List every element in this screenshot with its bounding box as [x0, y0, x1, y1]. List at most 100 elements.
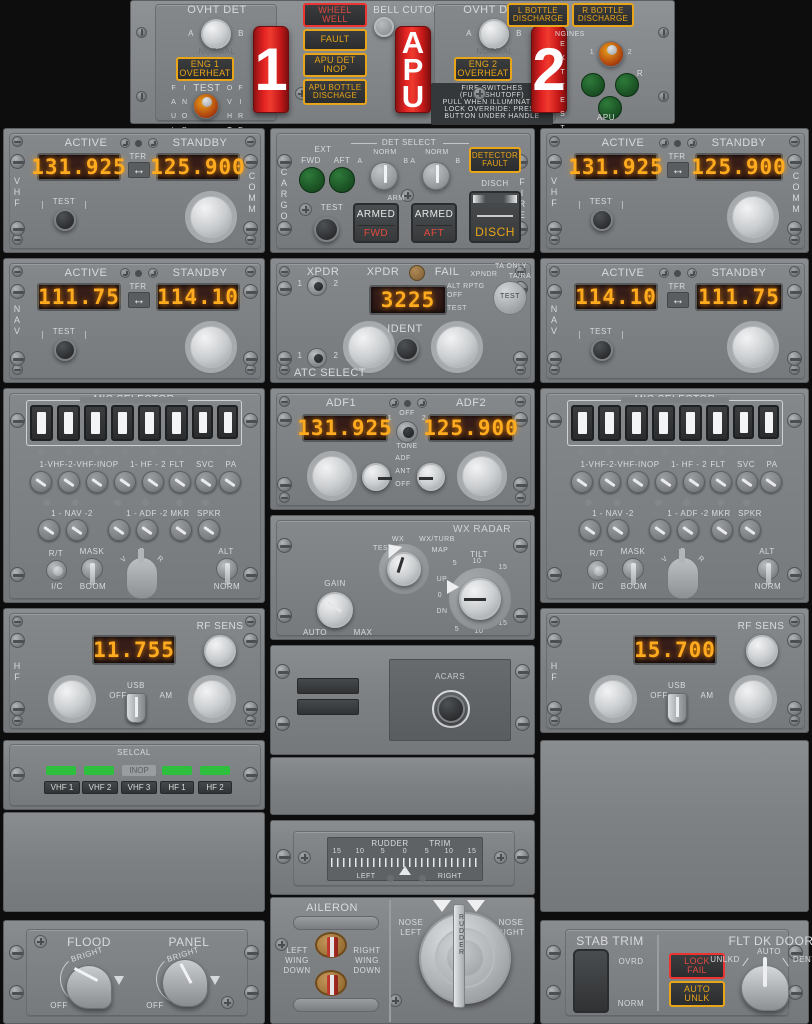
- audio-volume-hf1[interactable]: [655, 471, 677, 493]
- fastener[interactable]: [245, 715, 256, 726]
- audio-volume-vhf1[interactable]: [571, 471, 593, 493]
- audio-volume-nav1[interactable]: [38, 519, 60, 541]
- fastener[interactable]: [120, 138, 130, 148]
- alt-norm-switch[interactable]: [216, 558, 238, 585]
- fastener[interactable]: [494, 851, 507, 864]
- bell-cutout-button[interactable]: [374, 17, 394, 37]
- hf-left-tuning-knob-fine[interactable]: [188, 675, 236, 723]
- rudder-trim-wheel[interactable]: [419, 912, 511, 1004]
- audio-volume-svc[interactable]: [195, 471, 217, 493]
- dzus-fastener[interactable]: [787, 567, 802, 582]
- vhf-right-tuning-knob[interactable]: [727, 191, 779, 243]
- dzus-fastener[interactable]: [515, 716, 530, 731]
- nav-left-test-button[interactable]: [54, 339, 76, 361]
- mic-switch-hf1[interactable]: [111, 405, 134, 441]
- ext-bottle-lamp-right[interactable]: [615, 73, 639, 97]
- nav-left-active-display[interactable]: 111.75: [37, 283, 121, 311]
- det-select-fwd-knob[interactable]: [370, 162, 398, 190]
- hf-left-mode-switch[interactable]: [126, 693, 146, 723]
- selcal-button-vhf3[interactable]: VHF 3: [121, 781, 157, 794]
- flood-knob[interactable]: [66, 965, 112, 1009]
- audio-volume-pa[interactable]: [219, 471, 241, 493]
- dzus-fastener[interactable]: [243, 351, 258, 366]
- dzus-fastener[interactable]: [546, 985, 561, 1000]
- nav-right-active-display[interactable]: 114.10: [574, 283, 658, 311]
- hf-left-rf-sens-knob[interactable]: [204, 635, 236, 667]
- selcal-lamp-hf2[interactable]: [200, 766, 230, 775]
- xpdr-select-switch[interactable]: [307, 276, 327, 296]
- fastener[interactable]: [515, 396, 526, 407]
- dzus-fastener[interactable]: [10, 221, 25, 236]
- fastener[interactable]: [549, 715, 560, 726]
- dzus-fastener[interactable]: [10, 767, 25, 782]
- audio-volume-flt[interactable]: [710, 471, 732, 493]
- extinguisher-test-switch[interactable]: [598, 41, 624, 67]
- nav-left-transfer-button[interactable]: ↔: [128, 292, 150, 308]
- audio-volume-hf2[interactable]: [142, 471, 164, 493]
- hf-right-tuning-knob-coarse[interactable]: [589, 675, 637, 723]
- audio-volume-mkr[interactable]: [711, 519, 733, 541]
- fastener[interactable]: [245, 266, 256, 277]
- mic-switch-vhf1[interactable]: [30, 405, 53, 441]
- vhf-left-test-button[interactable]: [54, 209, 76, 231]
- fastener[interactable]: [659, 138, 669, 148]
- dzus-fastener[interactable]: [277, 538, 292, 553]
- nav-left-tuning-knob[interactable]: [185, 321, 237, 373]
- mic-switch-svc[interactable]: [733, 405, 754, 439]
- fire-test-switch-1[interactable]: [193, 93, 219, 119]
- fastener[interactable]: [34, 935, 47, 948]
- dzus-fastener[interactable]: [275, 716, 290, 731]
- mic-switch-vhf3[interactable]: [625, 405, 648, 441]
- audio-volume-vhf3[interactable]: [86, 471, 108, 493]
- audio-volume-vhf1[interactable]: [30, 471, 52, 493]
- dzus-fastener[interactable]: [244, 985, 259, 1000]
- fastener[interactable]: [389, 398, 399, 408]
- rt-ic-switch[interactable]: [587, 560, 608, 581]
- det-select-aft-knob[interactable]: [422, 162, 450, 190]
- xpdr-code-knob-inner[interactable]: [431, 321, 483, 373]
- audio-volume-adf1[interactable]: [108, 519, 130, 541]
- eng1-fire-handle[interactable]: 1: [253, 26, 289, 113]
- dzus-fastener[interactable]: [10, 567, 25, 582]
- dzus-fastener[interactable]: [10, 633, 25, 648]
- xpdr-fail-lamp[interactable]: [409, 265, 425, 281]
- fastener[interactable]: [515, 492, 526, 503]
- mic-switch-hf2[interactable]: [679, 405, 702, 441]
- dzus-fastener[interactable]: [513, 538, 528, 553]
- hf-right-rf-sens-knob[interactable]: [746, 635, 778, 667]
- selcal-lamp-vhf1[interactable]: [46, 766, 76, 775]
- dzus-fastener[interactable]: [513, 477, 528, 492]
- wheel-well-annunciator[interactable]: WHEEL WELL: [303, 3, 367, 27]
- dzus-fastener[interactable]: [277, 281, 292, 296]
- dzus-fastener[interactable]: [243, 221, 258, 236]
- dzus-fastener[interactable]: [514, 849, 529, 864]
- audio-volume-vhf3[interactable]: [627, 471, 649, 493]
- mic-switch-pa[interactable]: [758, 405, 779, 439]
- aileron-trim-bar-top[interactable]: [293, 916, 379, 930]
- dzus-fastener[interactable]: [277, 608, 292, 623]
- auto-unlk-annunciator[interactable]: AUTO UNLK: [669, 981, 725, 1007]
- selcal-lamp-vhf3[interactable]: INOP: [122, 765, 156, 776]
- fastener[interactable]: [549, 616, 560, 627]
- dzus-fastener[interactable]: [277, 477, 292, 492]
- mic-switch-vhf1[interactable]: [571, 405, 594, 441]
- fastener[interactable]: [417, 398, 427, 408]
- wx-gain-knob[interactable]: [317, 592, 353, 628]
- fastener[interactable]: [299, 203, 312, 216]
- xpdr-mode-knob[interactable]: TEST: [493, 281, 527, 315]
- dzus-fastener[interactable]: [243, 567, 258, 582]
- dzus-fastener[interactable]: [788, 985, 803, 1000]
- selcal-button-vhf2[interactable]: VHF 2: [82, 781, 118, 794]
- dzus-fastener[interactable]: [243, 413, 258, 428]
- nav-left-standby-display[interactable]: 114.10: [156, 283, 240, 311]
- fastener[interactable]: [12, 715, 23, 726]
- armed-fwd-button[interactable]: ARMED FWD: [353, 203, 399, 243]
- eng2-overheat-annunciator[interactable]: ENG 2 OVERHEAT: [454, 57, 512, 81]
- audio-volume-vhf2[interactable]: [599, 471, 621, 493]
- ovht-det-selector-1[interactable]: [201, 19, 231, 49]
- fastener[interactable]: [687, 268, 697, 278]
- audio-volume-spkr[interactable]: [198, 519, 220, 541]
- dzus-fastener[interactable]: [515, 664, 530, 679]
- detector-fault-annunciator[interactable]: DETECTOR FAULT: [469, 147, 521, 173]
- dzus-fastener[interactable]: [787, 284, 802, 299]
